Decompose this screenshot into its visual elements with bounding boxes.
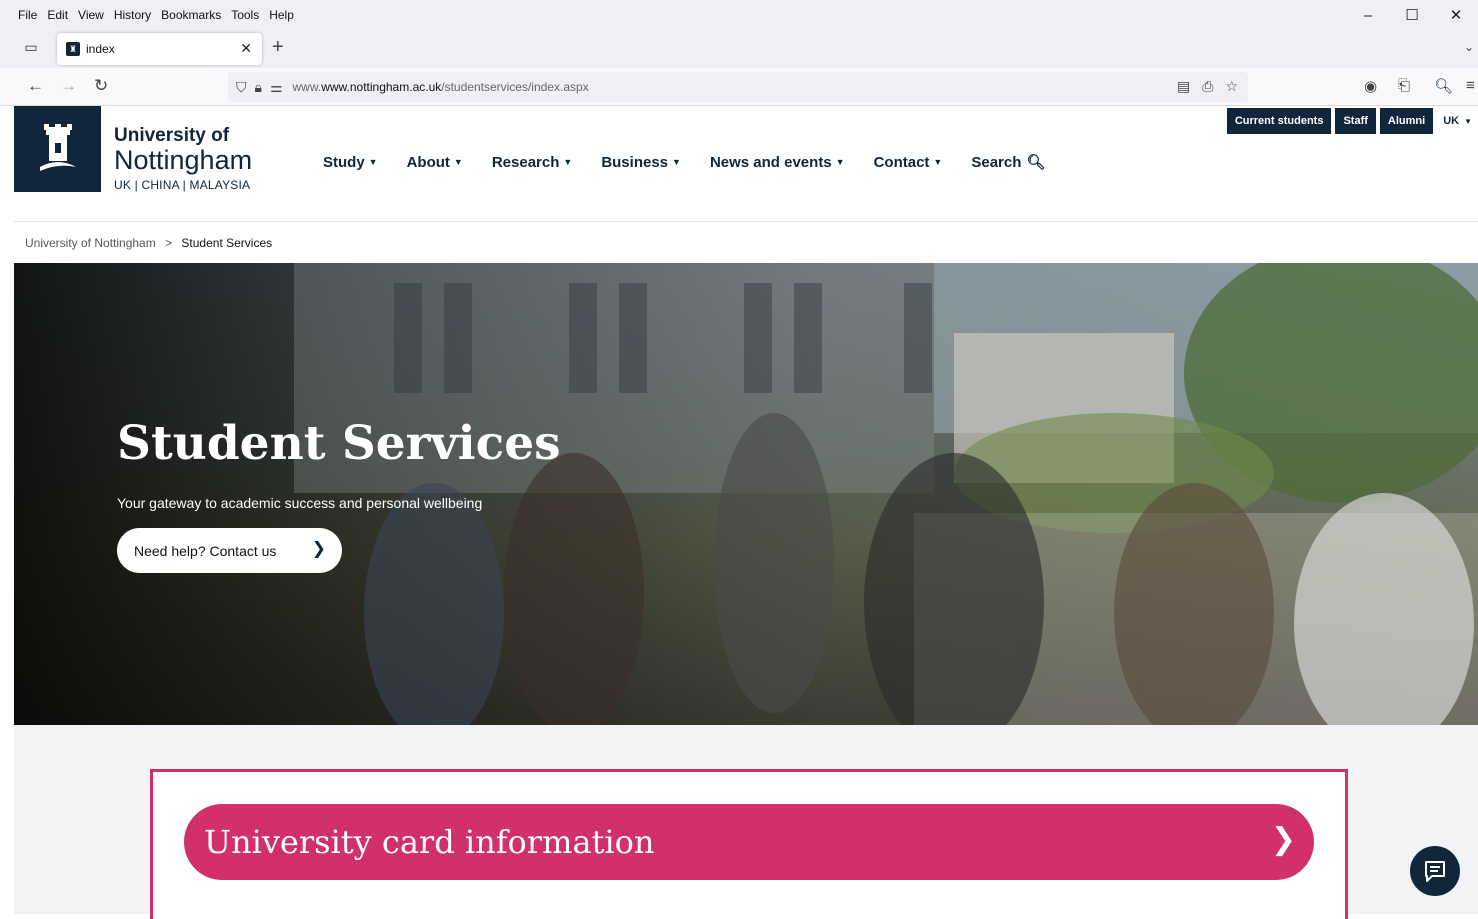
save-page-icon[interactable]: ⎙ — [1202, 78, 1213, 95]
logo-line-2: Nottingham — [114, 145, 253, 175]
nav-news-and-events[interactable]: News and events ▼ — [710, 153, 845, 171]
menu-history[interactable]: History — [114, 8, 151, 22]
contact-us-button[interactable]: Need help? Contact us ❯ — [117, 528, 342, 573]
breadcrumb-home-link[interactable]: University of Nottingham — [25, 236, 156, 250]
chevron-down-icon: ▼ — [672, 157, 681, 167]
forward-icon[interactable]: → — [60, 76, 77, 96]
menu-help[interactable]: Help — [269, 8, 294, 22]
nav-search[interactable]: Search 🔍︎ — [971, 153, 1046, 172]
logo-line-1: University of — [114, 125, 230, 146]
chevron-down-icon: ▼ — [453, 157, 463, 167]
nav-contact[interactable]: Contact ▼ — [874, 153, 943, 171]
alumni-link[interactable]: Alumni — [1379, 108, 1434, 134]
hero-subtitle: Your gateway to academic success and per… — [117, 495, 483, 511]
university-card-information-link[interactable]: University card information ❯ — [184, 804, 1314, 880]
university-wordmark[interactable]: University of Nottingham UK | CHINA | MA… — [114, 125, 253, 193]
extensions-icon[interactable]: ⎗ — [1398, 77, 1410, 94]
back-icon[interactable]: ← — [27, 76, 44, 96]
lock-icon[interactable]: 🔒︎ — [255, 79, 262, 96]
account-icon[interactable]: ◉ — [1364, 77, 1377, 95]
menu-bookmarks[interactable]: Bookmarks — [161, 8, 221, 22]
menu-bar: File Edit View History Bookmarks Tools H… — [0, 0, 1478, 30]
chevron-down-icon: ▼ — [835, 157, 845, 167]
chevron-down-icon: ▼ — [1464, 116, 1472, 126]
address-bar[interactable]: ⛉ 🔒︎ ⚌ www.www.nottingham.ac.uk/students… — [228, 72, 1248, 102]
new-tab-icon[interactable]: + — [272, 36, 284, 59]
hero-title: Student Services — [117, 416, 561, 471]
chevron-down-icon: ▼ — [563, 157, 573, 167]
nav-business[interactable]: Business ▼ — [601, 153, 681, 171]
breadcrumb-current: Student Services — [181, 236, 273, 250]
chevron-down-icon: ▼ — [368, 157, 378, 167]
shield-icon[interactable]: ⛉ — [236, 79, 247, 96]
reader-view-icon[interactable]: ▤ — [1177, 78, 1190, 95]
hero-banner: Student Services Your gateway to academi… — [14, 263, 1478, 725]
audience-links: Current students Staff Alumni UK ▼ — [1226, 108, 1478, 134]
chat-icon — [1425, 861, 1445, 882]
card-title: University card information — [204, 823, 655, 861]
university-crest-logo[interactable] — [14, 106, 101, 192]
list-tabs-icon[interactable]: ⌄ — [1464, 40, 1474, 54]
staff-link[interactable]: Staff — [1335, 108, 1376, 134]
region-selector[interactable]: UK ▼ — [1437, 108, 1478, 134]
app-menu-icon[interactable]: ≡ — [1466, 77, 1475, 94]
web-page: University of Nottingham UK | CHINA | MA… — [14, 106, 1478, 919]
search-extension-icon[interactable]: 🔍︎ — [1434, 77, 1453, 95]
chevron-right-icon: ❯ — [1270, 823, 1296, 856]
url-path: /studentservices/index.aspx — [441, 80, 589, 94]
reload-icon[interactable]: ↻ — [94, 76, 108, 96]
close-window-button[interactable]: ✕ — [1434, 6, 1478, 24]
breadcrumb: University of Nottingham > Student Servi… — [25, 236, 272, 250]
info-card: University card information ❯ — [150, 769, 1348, 919]
window-controls: – ☐ ✕ — [1346, 0, 1478, 30]
nav-about[interactable]: About ▼ — [407, 153, 463, 171]
url-domain: www.nottingham.ac.uk — [321, 80, 442, 94]
chevron-right-icon: ❯ — [311, 539, 326, 558]
url-text: www.www.nottingham.ac.uk/studentservices… — [292, 80, 589, 94]
content-area: University card information ❯ — [14, 725, 1478, 919]
hero-photo — [294, 263, 1478, 725]
menu-view[interactable]: View — [78, 8, 104, 22]
main-navigation: Study ▼ About ▼ Research ▼ Business ▼ News a… — [323, 153, 1074, 172]
header-divider — [14, 221, 1478, 222]
chevron-down-icon: ▼ — [933, 157, 943, 167]
chat-button[interactable] — [1410, 846, 1460, 896]
maximize-button[interactable]: ☐ — [1390, 6, 1434, 24]
tab-title: index — [86, 42, 115, 56]
nav-bar: ← → ↻ ⛉ 🔒︎ ⚌ www.www.nottingham.ac.uk/st… — [0, 68, 1478, 106]
menu-edit[interactable]: Edit — [47, 8, 68, 22]
tab-list-icon[interactable]: ▭ — [20, 39, 42, 59]
current-students-link[interactable]: Current students — [1226, 108, 1332, 134]
bookmark-star-icon[interactable]: ☆ — [1225, 78, 1238, 95]
search-icon: 🔍︎ — [1026, 154, 1046, 171]
tab-bar: ▭ ♜ index ✕ + ⌄ — [0, 30, 1478, 68]
contact-us-label: Need help? Contact us — [134, 542, 277, 559]
favicon-icon: ♜ — [66, 42, 80, 56]
minimize-button[interactable]: – — [1346, 7, 1390, 24]
logo-campuses: UK | CHINA | MALAYSIA — [114, 178, 251, 192]
menu-file[interactable]: File — [18, 8, 37, 22]
nav-study[interactable]: Study ▼ — [323, 153, 378, 171]
nav-research[interactable]: Research ▼ — [492, 153, 572, 171]
menu-tools[interactable]: Tools — [231, 8, 259, 22]
permissions-icon[interactable]: ⚌ — [270, 79, 283, 96]
breadcrumb-separator: > — [165, 236, 173, 250]
tab-index[interactable]: ♜ index ✕ — [57, 33, 262, 65]
close-tab-icon[interactable]: ✕ — [240, 40, 252, 57]
